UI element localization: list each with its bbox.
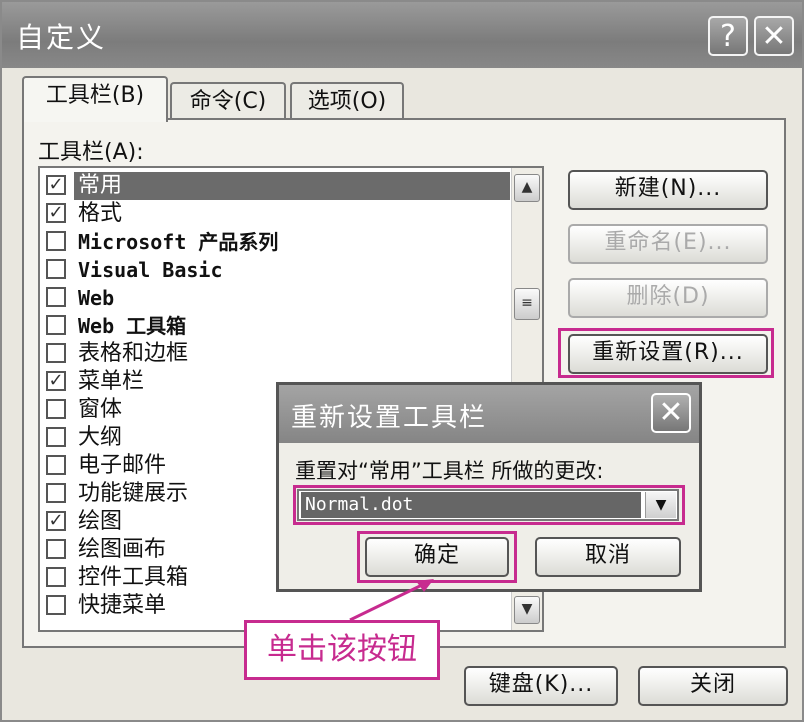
- list-item[interactable]: Microsoft 产品系列: [44, 228, 514, 256]
- dialog-title-bar: 重新设置工具栏 ✕: [279, 385, 699, 443]
- delete-button[interactable]: 删除(D): [568, 278, 768, 318]
- customize-window: 自定义 ? ✕ 工具栏(B) 命令(C) 选项(O) 工具栏(A): ✓ 常用 ✓…: [0, 0, 804, 722]
- new-button[interactable]: 新建(N)...: [568, 170, 768, 210]
- chevron-down-icon[interactable]: ▼: [645, 492, 676, 518]
- checkbox[interactable]: [46, 539, 66, 559]
- checkbox[interactable]: [46, 427, 66, 447]
- tab-options[interactable]: 选项(O): [290, 82, 404, 120]
- close-button[interactable]: 关闭: [638, 666, 788, 706]
- checkbox[interactable]: [46, 231, 66, 251]
- list-item[interactable]: Web: [44, 284, 514, 312]
- list-item[interactable]: Visual Basic: [44, 256, 514, 284]
- dialog-close-icon[interactable]: ✕: [651, 393, 691, 433]
- checkbox[interactable]: [46, 567, 66, 587]
- dialog-prompt: 重置对“常用”工具栏 所做的更改:: [295, 459, 604, 483]
- checkbox[interactable]: ✓: [46, 175, 66, 195]
- list-item[interactable]: 快捷菜单: [44, 592, 514, 620]
- scroll-thumb[interactable]: ≡: [514, 288, 540, 320]
- cancel-button[interactable]: 取消: [535, 537, 681, 577]
- checkbox[interactable]: ✓: [46, 511, 66, 531]
- checkbox[interactable]: [46, 399, 66, 419]
- checkbox[interactable]: [46, 287, 66, 307]
- reset-button[interactable]: 重新设置(R)...: [568, 334, 768, 374]
- checkbox[interactable]: [46, 259, 66, 279]
- scroll-up-icon[interactable]: ▲: [514, 174, 540, 202]
- template-select[interactable]: Normal.dot ▼: [297, 489, 679, 521]
- help-button[interactable]: ?: [708, 16, 748, 56]
- ok-button[interactable]: 确定: [365, 537, 509, 577]
- template-select-value: Normal.dot: [301, 492, 641, 518]
- list-item[interactable]: Web 工具箱: [44, 312, 514, 340]
- checkbox[interactable]: [46, 343, 66, 363]
- reset-toolbar-dialog: 重新设置工具栏 ✕ 重置对“常用”工具栏 所做的更改: Normal.dot ▼…: [276, 382, 702, 592]
- keyboard-button[interactable]: 键盘(K)...: [464, 666, 618, 706]
- checkbox[interactable]: [46, 455, 66, 475]
- close-icon[interactable]: ✕: [754, 16, 794, 56]
- rename-button[interactable]: 重命名(E)...: [568, 224, 768, 264]
- tab-commands[interactable]: 命令(C): [170, 82, 286, 120]
- tab-toolbars[interactable]: 工具栏(B): [22, 76, 168, 122]
- window-title: 自定义: [16, 21, 107, 54]
- dialog-title: 重新设置工具栏: [291, 403, 488, 433]
- checkbox[interactable]: ✓: [46, 203, 66, 223]
- annotation-callout: 单击该按钮: [244, 620, 440, 680]
- checkbox[interactable]: [46, 315, 66, 335]
- list-item[interactable]: 表格和边框: [44, 340, 514, 368]
- toolbars-label: 工具栏(A):: [38, 140, 144, 165]
- list-item[interactable]: ✓ 格式: [44, 200, 514, 228]
- checkbox[interactable]: ✓: [46, 371, 66, 391]
- scroll-down-icon[interactable]: ▼: [514, 596, 540, 624]
- checkbox[interactable]: [46, 483, 66, 503]
- title-bar: 自定义 ? ✕: [2, 2, 802, 68]
- checkbox[interactable]: [46, 595, 66, 615]
- list-item[interactable]: ✓ 常用: [44, 172, 514, 200]
